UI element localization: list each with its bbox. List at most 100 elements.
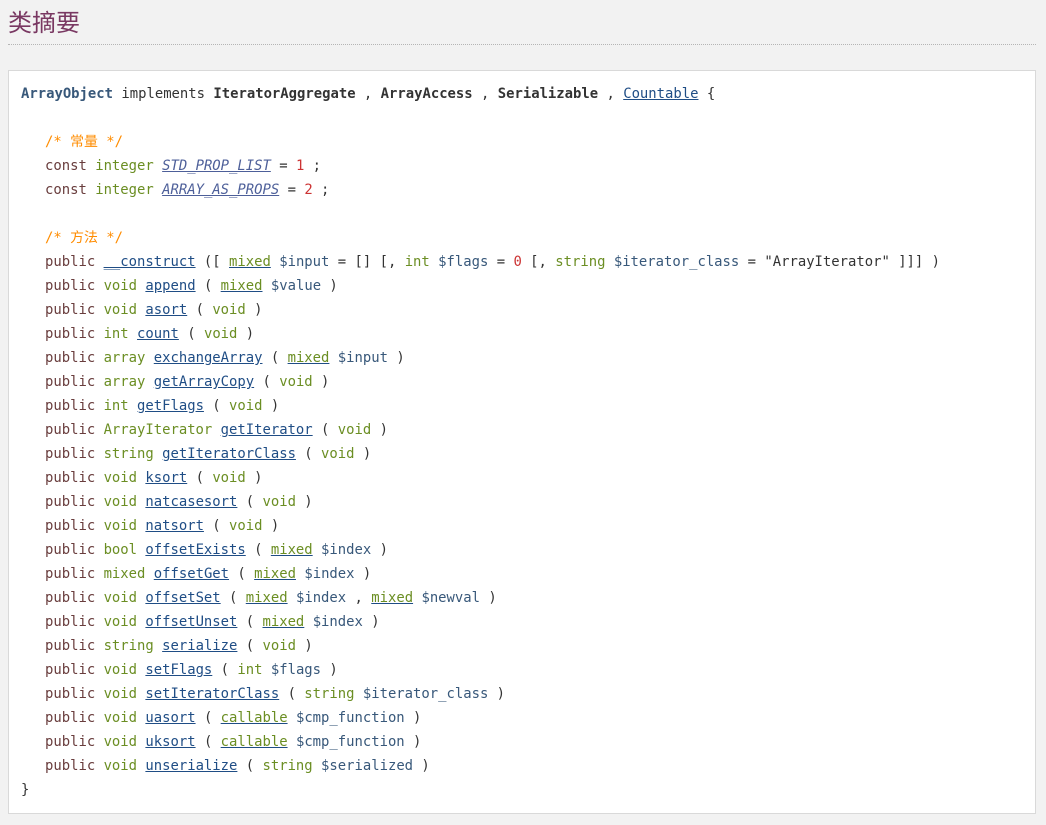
method-line: public void asort ( void ): [45, 302, 263, 318]
const-type: integer: [95, 158, 154, 174]
param-type: void: [321, 446, 355, 462]
method-line: public void ksort ( void ): [45, 470, 263, 486]
param-type: string: [555, 254, 606, 270]
return-type: void: [103, 590, 138, 606]
param-var: $cmp_function: [295, 710, 405, 726]
constants-comment: /* 常量 */: [45, 130, 123, 154]
method-modifier: public: [45, 734, 96, 750]
method-line: public int getFlags ( void ): [45, 398, 280, 414]
close-brace: }: [21, 782, 30, 798]
method-name-link[interactable]: setFlags: [145, 662, 212, 678]
interface-name: Serializable: [497, 86, 599, 102]
return-type: void: [103, 686, 138, 702]
method-name-link[interactable]: __construct: [104, 254, 196, 270]
method-line: public mixed offsetGet ( mixed $index ): [45, 566, 372, 582]
param-type: string: [304, 686, 355, 702]
method-name-link[interactable]: natsort: [145, 518, 204, 534]
method-name-link[interactable]: asort: [145, 302, 187, 318]
method-modifier: public: [45, 590, 96, 606]
param-type-link[interactable]: mixed: [288, 350, 330, 366]
method-name-link[interactable]: offsetExists: [145, 542, 245, 558]
method-modifier: public: [45, 302, 96, 318]
param-type-link[interactable]: callable: [221, 734, 288, 750]
constant-line: const integer ARRAY_AS_PROPS = 2 ;: [45, 182, 330, 198]
method-modifier: public: [45, 350, 96, 366]
method-modifier: public: [45, 326, 96, 342]
param-var: $serialized: [321, 758, 414, 774]
param-type: void: [212, 302, 246, 318]
method-modifier: public: [45, 278, 96, 294]
method-name-link[interactable]: append: [145, 278, 195, 294]
method-line: public void uksort ( callable $cmp_funct…: [45, 734, 422, 750]
return-type: void: [103, 518, 138, 534]
param-var: $input: [337, 350, 388, 366]
implements-keyword: implements: [121, 86, 206, 102]
param-type-link[interactable]: mixed: [371, 590, 413, 606]
return-type: void: [103, 470, 138, 486]
class-name: ArrayObject: [21, 86, 113, 102]
const-keyword: const: [45, 158, 87, 174]
param-default: 0: [513, 254, 522, 270]
method-name-link[interactable]: setIteratorClass: [145, 686, 279, 702]
constant-name-link[interactable]: ARRAY_AS_PROPS: [162, 182, 279, 198]
method-name-link[interactable]: natcasesort: [145, 494, 237, 510]
method-modifier: public: [45, 494, 96, 510]
method-line: public string serialize ( void ): [45, 638, 313, 654]
constant-value: 1: [295, 158, 305, 174]
return-type: int: [103, 398, 129, 414]
interface-link[interactable]: Countable: [623, 86, 698, 102]
param-var: $newval: [421, 590, 480, 606]
method-name-link[interactable]: getArrayCopy: [154, 374, 254, 390]
method-name-link[interactable]: exchangeArray: [154, 350, 263, 366]
methods-comment: /* 方法 */: [45, 226, 123, 250]
param-type-link[interactable]: mixed: [271, 542, 313, 558]
method-name-link[interactable]: getIteratorClass: [162, 446, 296, 462]
method-name-link[interactable]: ksort: [145, 470, 187, 486]
method-line: public ArrayIterator getIterator ( void …: [45, 422, 388, 438]
return-type: array: [103, 350, 146, 366]
param-type: void: [279, 374, 313, 390]
constant-name-link[interactable]: STD_PROP_LIST: [162, 158, 271, 174]
method-name-link[interactable]: getIterator: [221, 422, 313, 438]
method-modifier: public: [45, 566, 96, 582]
method-construct: public __construct ([ mixed $input = [] …: [45, 254, 941, 270]
return-type: void: [103, 758, 138, 774]
method-modifier: public: [45, 374, 96, 390]
param-type-link[interactable]: mixed: [221, 278, 263, 294]
method-line: public void natcasesort ( void ): [45, 494, 313, 510]
return-type: ArrayIterator: [103, 422, 213, 438]
method-line: public void uasort ( callable $cmp_funct…: [45, 710, 422, 726]
return-type: void: [103, 734, 138, 750]
method-line: public bool offsetExists ( mixed $index …: [45, 542, 388, 558]
param-type-link[interactable]: mixed: [254, 566, 296, 582]
method-modifier: public: [45, 470, 96, 486]
method-name-link[interactable]: offsetSet: [145, 590, 220, 606]
const-type: integer: [95, 182, 154, 198]
method-name-link[interactable]: uasort: [145, 710, 195, 726]
return-type: void: [103, 710, 138, 726]
method-modifier: public: [45, 614, 96, 630]
return-type: void: [103, 494, 138, 510]
param-type-link[interactable]: callable: [221, 710, 288, 726]
return-type: void: [103, 302, 138, 318]
param-type: void: [262, 638, 296, 654]
method-modifier: public: [45, 254, 96, 270]
param-var: $iterator_class: [613, 254, 740, 270]
method-name-link[interactable]: uksort: [145, 734, 195, 750]
interface-name: IteratorAggregate: [213, 86, 356, 102]
method-line: public void append ( mixed $value ): [45, 278, 338, 294]
comment-text: /* 常量 */: [45, 134, 123, 150]
param-type-link[interactable]: mixed: [229, 254, 271, 270]
method-name-link[interactable]: serialize: [162, 638, 237, 654]
param-var: $index: [321, 542, 372, 558]
param-type: string: [262, 758, 313, 774]
method-modifier: public: [45, 758, 96, 774]
interface-name: ArrayAccess: [380, 86, 473, 102]
method-name-link[interactable]: getFlags: [137, 398, 204, 414]
method-name-link[interactable]: offsetUnset: [145, 614, 237, 630]
param-type-link[interactable]: mixed: [262, 614, 304, 630]
method-name-link[interactable]: count: [137, 326, 179, 342]
method-name-link[interactable]: offsetGet: [154, 566, 229, 582]
method-name-link[interactable]: unserialize: [145, 758, 237, 774]
param-type-link[interactable]: mixed: [246, 590, 288, 606]
